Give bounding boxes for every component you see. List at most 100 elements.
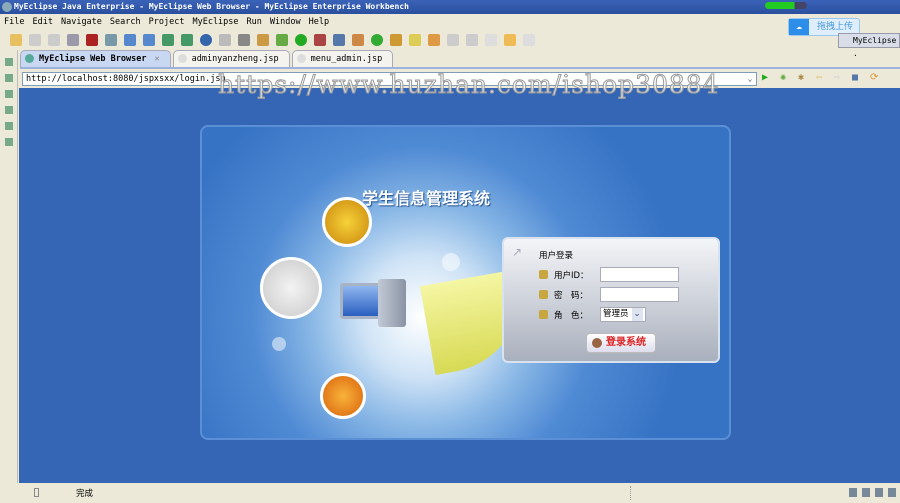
external-tools-icon[interactable] xyxy=(314,34,326,46)
gears-icon xyxy=(320,373,366,419)
role-value: 管理员 xyxy=(603,309,629,319)
status-icon xyxy=(34,488,39,497)
back-icon[interactable] xyxy=(504,34,516,46)
arrow-icon: ↗ xyxy=(512,245,523,259)
tab-menu-admin[interactable]: menu_admin.jsp xyxy=(291,50,394,67)
wizard2-icon[interactable] xyxy=(143,34,155,46)
package-icon[interactable] xyxy=(86,34,98,46)
status-text: 完成 xyxy=(76,489,94,499)
task-icon[interactable] xyxy=(257,34,269,46)
menu-edit[interactable]: Edit xyxy=(32,14,52,30)
menu-run[interactable]: Run xyxy=(247,14,262,30)
system-title: 学生信息管理系统 xyxy=(362,189,491,208)
properties-icon[interactable] xyxy=(5,138,13,146)
hierarchy-icon[interactable] xyxy=(5,90,13,98)
menu-myeclipse[interactable]: MyEclipse xyxy=(192,14,238,30)
close-icon[interactable]: ✕ xyxy=(154,54,159,64)
operator-photo xyxy=(260,257,322,319)
menu-search[interactable]: Search xyxy=(110,14,141,30)
network-icon[interactable] xyxy=(888,488,896,497)
login-button[interactable]: 登录系统 xyxy=(586,333,656,353)
tab-adminyanzheng[interactable]: adminyanzheng.jsp xyxy=(172,50,290,67)
user-id-input[interactable] xyxy=(600,267,679,282)
menu-file[interactable]: File xyxy=(4,14,24,30)
user-icon xyxy=(592,338,602,348)
g-icon[interactable] xyxy=(371,34,383,46)
bubble xyxy=(442,253,460,271)
wizard-icon[interactable] xyxy=(124,34,136,46)
forward-icon[interactable] xyxy=(523,34,535,46)
menu-project[interactable]: Project xyxy=(149,14,185,30)
back-icon[interactable]: ⇦ xyxy=(816,72,826,84)
deploy2-icon[interactable] xyxy=(181,34,193,46)
monitor-icon[interactable] xyxy=(875,488,883,497)
restore-icon[interactable] xyxy=(5,58,13,66)
web-icon[interactable] xyxy=(105,34,117,46)
tool-icon[interactable] xyxy=(219,34,231,46)
browser-content: 学生信息管理系统 ↗ 用户登录 用户ID： 密 码： 角 色： 管理员 ⌄ 登录系统 xyxy=(19,88,900,483)
back-gray-icon[interactable] xyxy=(485,34,497,46)
user-icon xyxy=(539,270,548,279)
email-icon xyxy=(322,197,372,247)
next-annotation-icon[interactable] xyxy=(447,34,459,46)
debug-icon[interactable] xyxy=(276,34,288,46)
left-trim xyxy=(0,50,18,483)
app-icon xyxy=(2,2,12,12)
login-box: ↗ 用户登录 用户ID： 密 码： 角 色： 管理员 ⌄ 登录系统 xyxy=(502,237,720,363)
pen-icon[interactable] xyxy=(409,34,421,46)
title-bar: MyEclipse Java Enterprise - MyEclipse We… xyxy=(0,0,900,14)
toolbar xyxy=(0,30,900,50)
globe-icon[interactable] xyxy=(862,488,870,497)
go-icon[interactable]: ▶ xyxy=(762,72,772,84)
browser-toolbar: http://localhost:8080/jspxsxx/login.jsp ⌄… xyxy=(20,67,900,88)
open-type-icon[interactable] xyxy=(238,34,250,46)
cloud-icon: ☁ xyxy=(789,19,809,35)
chat-icon[interactable] xyxy=(428,34,440,46)
jsp-file-icon xyxy=(177,54,187,63)
tab-label: MyEclipse Web Browser xyxy=(39,54,147,64)
restore2-icon[interactable] xyxy=(5,106,13,114)
run-icon[interactable] xyxy=(295,34,307,46)
role-icon xyxy=(539,310,548,319)
role-select[interactable]: 管理员 ⌄ xyxy=(600,307,646,322)
user-label: 用户ID： xyxy=(554,270,589,281)
menu-window[interactable]: Window xyxy=(270,14,301,30)
password-label: 密 码： xyxy=(554,290,589,301)
chevron-down-icon: ⌄ xyxy=(631,308,643,321)
print-icon[interactable] xyxy=(48,34,60,46)
tab-label: menu_admin.jsp xyxy=(310,54,383,64)
deploy-icon[interactable] xyxy=(162,34,174,46)
gift-icon[interactable] xyxy=(352,34,364,46)
window-title: MyEclipse Java Enterprise - MyEclipse We… xyxy=(14,2,409,11)
jsp-file-icon xyxy=(296,54,306,63)
server-icon[interactable] xyxy=(67,34,79,46)
tray-icon[interactable] xyxy=(849,488,857,497)
upload-label: 拖拽上传 xyxy=(817,22,854,32)
url-input[interactable]: http://localhost:8080/jspxsxx/login.jsp ⌄ xyxy=(22,72,757,86)
package-explorer-icon[interactable] xyxy=(5,74,13,82)
tools-icon[interactable]: ✱ xyxy=(798,72,808,84)
tab-web-browser[interactable]: MyEclipse Web Browser ✕ xyxy=(20,50,171,67)
perspective-myeclipse[interactable]: MyEclipse . xyxy=(838,33,900,58)
globe-icon[interactable] xyxy=(200,34,212,46)
menu-help[interactable]: Help xyxy=(309,14,329,30)
jsp-icon[interactable] xyxy=(333,34,345,46)
computer-tower xyxy=(378,279,406,327)
stop-icon[interactable]: ■ xyxy=(852,72,862,84)
debug-icon[interactable]: ✺ xyxy=(780,72,790,84)
outline-icon[interactable] xyxy=(5,122,13,130)
chevron-down-icon[interactable]: ⌄ xyxy=(744,73,756,85)
menu-navigate[interactable]: Navigate xyxy=(61,14,102,30)
password-input[interactable] xyxy=(600,287,679,302)
globe-icon xyxy=(25,54,34,63)
menu-bar: File Edit Navigate Search Project MyEcli… xyxy=(0,14,900,30)
save-icon[interactable] xyxy=(29,34,41,46)
new-icon[interactable] xyxy=(10,34,22,46)
folder-icon[interactable] xyxy=(390,34,402,46)
refresh-icon[interactable]: ⟳ xyxy=(870,72,880,84)
forward-icon[interactable]: ⇨ xyxy=(834,72,844,84)
login-header: 用户登录 xyxy=(539,251,574,261)
login-page: 学生信息管理系统 ↗ 用户登录 用户ID： 密 码： 角 色： 管理员 ⌄ 登录系统 xyxy=(200,125,731,440)
url-text: http://localhost:8080/jspxsxx/login.jsp xyxy=(26,74,226,84)
prev-annotation-icon[interactable] xyxy=(466,34,478,46)
